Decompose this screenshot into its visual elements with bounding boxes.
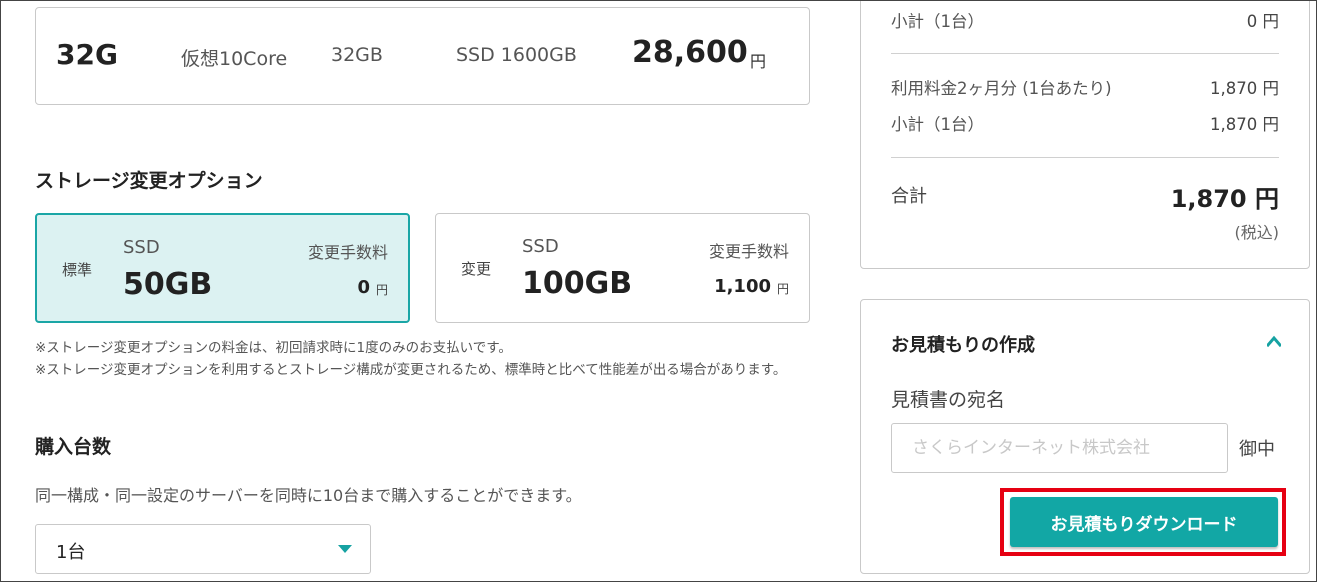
honorific-label: 御中 xyxy=(1239,439,1275,460)
chevron-up-icon[interactable] xyxy=(1267,334,1281,348)
quantity-description: 同一構成・同一設定のサーバーを同時に10台まで購入することができます。 xyxy=(35,486,582,505)
option-fee: 1,100 xyxy=(714,276,771,297)
subtotal-value: 0 円 xyxy=(1246,12,1279,31)
quote-address-label: 見積書の宛名 xyxy=(891,389,1006,411)
option-type: SSD xyxy=(522,236,559,257)
plan-price: 28,600 xyxy=(632,35,748,70)
plan-price-unit: 円 xyxy=(750,52,767,71)
usage-fee-value: 1,870 円 xyxy=(1210,79,1279,98)
tax-note: (税込) xyxy=(1234,223,1280,242)
divider xyxy=(891,157,1279,158)
plan-name: 32G xyxy=(56,38,118,71)
storage-note-performance: ※ストレージ変更オプションを利用するとストレージ構成が変更されるため、標準時と比… xyxy=(35,362,787,378)
usage-fee-label: 利用料金2ヶ月分 (1台あたり) xyxy=(891,79,1112,98)
option-fee-unit: 円 xyxy=(375,283,388,297)
subtotal-value: 1,870 円 xyxy=(1210,115,1279,134)
total-value: 1,870 円 xyxy=(1170,185,1279,213)
option-label: 標準 xyxy=(62,261,93,279)
quantity-select[interactable]: 1台 xyxy=(35,524,371,574)
storage-option-change[interactable]: 変更 SSD 100GB 変更手数料 1,100 円 xyxy=(435,213,810,323)
storage-option-standard[interactable]: 標準 SSD 50GB 変更手数料 0 円 xyxy=(35,213,410,323)
option-size: 100GB xyxy=(522,266,633,301)
storage-option-title: ストレージ変更オプション xyxy=(35,170,263,192)
option-label: 変更 xyxy=(461,260,492,278)
caret-down-icon xyxy=(338,545,352,553)
divider xyxy=(891,53,1279,54)
option-fee: 0 xyxy=(357,277,370,298)
subtotal-label: 小計（1台） xyxy=(891,115,984,134)
plan-memory: 32GB xyxy=(331,44,383,66)
option-fee-label: 変更手数料 xyxy=(307,243,388,262)
option-size: 50GB xyxy=(123,267,213,302)
option-type: SSD xyxy=(123,237,160,258)
quote-title: お見積もりの作成 xyxy=(891,335,1035,356)
storage-note-payment: ※ストレージ変更オプションの料金は、初回請求時に1度のみのお支払いです。 xyxy=(35,340,512,356)
option-fee-unit: 円 xyxy=(776,282,789,296)
quote-download-button[interactable]: お見積もりダウンロード xyxy=(1010,497,1278,547)
quantity-title: 購入台数 xyxy=(35,436,112,458)
option-fee-label: 変更手数料 xyxy=(708,242,789,261)
plan-cpu: 仮想10Core xyxy=(181,48,288,70)
total-label: 合計 xyxy=(891,186,927,207)
plan-card: 32G 仮想10Core 32GB SSD 1600GB 28,600 円 xyxy=(35,7,810,105)
quantity-selected-value: 1台 xyxy=(56,542,86,563)
plan-disk: SSD 1600GB xyxy=(456,44,577,66)
price-summary-card: 小計（1台） 0 円 利用料金2ヶ月分 (1台あたり) 1,870 円 小計（1… xyxy=(860,0,1310,269)
subtotal-label: 小計（1台） xyxy=(891,12,984,31)
quote-address-input[interactable] xyxy=(891,423,1228,473)
